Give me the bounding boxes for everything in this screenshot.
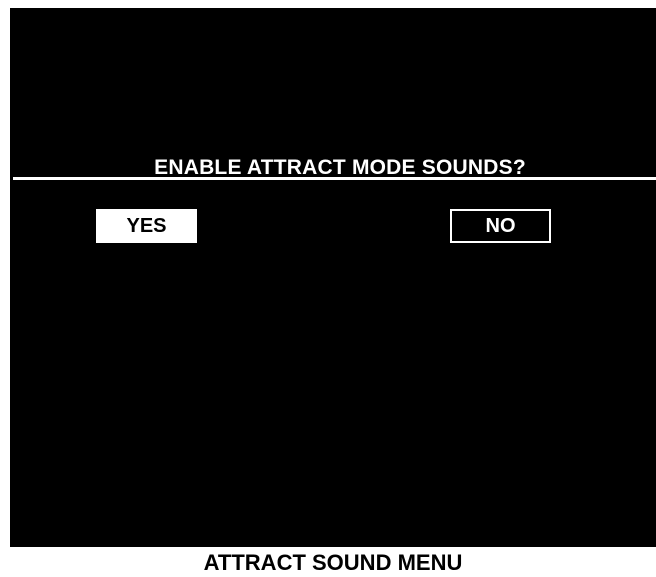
yes-option-button[interactable]: YES [96, 209, 197, 243]
figure-caption: ATTRACT SOUND MENU [203, 550, 463, 575]
no-option-button[interactable]: NO [450, 209, 551, 243]
divider-line [13, 177, 656, 180]
game-screen: ENABLE ATTRACT MODE SOUNDS? YES NO [10, 8, 656, 547]
